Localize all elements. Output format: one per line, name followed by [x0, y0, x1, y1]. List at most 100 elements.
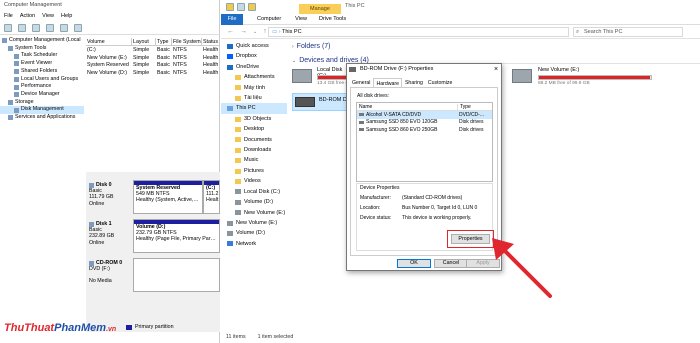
nav-item[interactable]: Documents [221, 135, 287, 145]
tab-sharing[interactable]: Sharing [403, 78, 425, 87]
table-row[interactable]: System Reserved Simple Basic NTFS Health [86, 62, 220, 70]
tree-item[interactable]: System Tools [0, 45, 84, 53]
nav-item[interactable]: New Volume (E:) [221, 208, 287, 218]
back-icon[interactable] [4, 23, 12, 32]
drive-list[interactable]: Name Type Alcohol V-SATA CD/DVD DVD/CD-..… [356, 102, 493, 182]
nav-item[interactable]: 3D Objects [221, 114, 287, 124]
manage-tab[interactable]: Manage [299, 4, 341, 14]
disk1-partition1[interactable]: Volume (D:) 232.79 GB NTFS Healthy (Page… [133, 219, 220, 253]
properties-icon[interactable] [237, 3, 245, 11]
back-arrow-icon[interactable]: ← [227, 28, 234, 35]
tab-file[interactable]: File [221, 14, 243, 25]
folders-group[interactable]: › Folders (7) [292, 43, 331, 50]
help-icon[interactable] [60, 23, 68, 32]
col-type[interactable]: Type [457, 103, 471, 110]
nav-item-label: Downloads [244, 147, 272, 154]
search-input[interactable]: ⌕ Search This PC [573, 27, 683, 37]
tree-item[interactable]: Disk Management [0, 106, 84, 115]
ok-button[interactable]: OK [397, 259, 431, 268]
explorer-title-bar: This PC [221, 0, 700, 14]
tab-view[interactable]: View [295, 16, 307, 22]
nav-item[interactable]: Dropbox [221, 51, 287, 61]
disk0-row[interactable]: Disk 0 Basic 111.79 GB Online System Res… [86, 180, 220, 214]
tree-item[interactable]: Performance [0, 83, 84, 91]
tree-item[interactable]: Event Viewer [0, 60, 84, 68]
menu-file[interactable]: File [4, 13, 13, 19]
partition-name: Volume (D:) [136, 224, 166, 230]
tree-item[interactable]: Device Manager [0, 91, 84, 99]
close-icon[interactable]: × [490, 63, 502, 76]
forward-arrow-icon[interactable]: → [240, 28, 247, 35]
chevron-down-icon[interactable]: ⌄ [253, 29, 257, 35]
folder-icon[interactable] [226, 3, 234, 11]
list-item[interactable]: Samsung SSD 860 EVO 250GB Disk drives [357, 126, 492, 134]
tree-item-label: System Tools [15, 44, 47, 51]
tab-computer[interactable]: Computer [257, 16, 281, 22]
drive-e-tile[interactable]: New Volume (E:) 88.2 MB free of 99.9 GB [512, 67, 672, 89]
disk1-row[interactable]: Disk 1 Basic 232.89 GB Online Volume (D:… [86, 219, 220, 253]
menu-action[interactable]: Action [20, 13, 35, 19]
address-box[interactable]: ▭ › This PC [268, 27, 569, 37]
table-row[interactable]: (C:) Simple Basic NTFS Health [86, 47, 220, 55]
nav-item[interactable]: Attachments [221, 72, 287, 82]
col-type[interactable]: Type [156, 38, 172, 45]
disk0-partition2[interactable]: (C:) 111.2 Healt [203, 180, 220, 214]
table-row[interactable]: New Volume (D:) Simple Basic NTFS Health [86, 70, 220, 78]
nav-item[interactable]: Desktop [221, 124, 287, 134]
nav-item[interactable]: Máy tính [221, 83, 287, 93]
up-arrow-icon[interactable]: ↑ [263, 28, 267, 35]
tab-hardware[interactable]: Hardware [373, 78, 402, 87]
forward-icon[interactable] [18, 23, 26, 32]
tab-drive-tools[interactable]: Drive Tools [319, 16, 346, 22]
col-layout[interactable]: Layout [132, 38, 156, 45]
properties-icon[interactable] [46, 23, 54, 32]
new-folder-icon[interactable] [248, 3, 256, 11]
cdrom-state: No Media [89, 278, 112, 285]
tree-item[interactable]: Services and Applications [0, 114, 84, 122]
nav-item[interactable]: Pictures [221, 166, 287, 176]
list-item[interactable]: Alcohol V-SATA CD/DVD DVD/CD-... [357, 111, 492, 119]
col-filesystem[interactable]: File System [172, 38, 202, 45]
bdrom-tile[interactable]: BD-ROM Drive [292, 93, 356, 111]
cdrom-partition[interactable] [133, 258, 220, 292]
drive-name: Samsung SSD 860 EVO 250GB [366, 126, 438, 133]
refresh-icon[interactable] [74, 23, 82, 32]
tree-item[interactable]: Task Scheduler [0, 52, 84, 60]
tree-icon [14, 53, 19, 59]
nav-item[interactable]: Volume (D:) [221, 228, 287, 238]
up-icon[interactable] [32, 23, 40, 32]
tree-item[interactable]: Local Users and Groups [0, 76, 84, 84]
nav-item[interactable]: Downloads [221, 145, 287, 155]
list-item-name-cell: Alcohol V-SATA CD/DVD [357, 112, 457, 118]
nav-item[interactable]: This PC [221, 103, 287, 114]
cancel-button[interactable]: Cancel [434, 259, 468, 268]
nav-item[interactable]: Local Disk (C:) [221, 187, 287, 197]
nav-item[interactable]: OneDrive [221, 62, 287, 72]
nav-item[interactable]: Volume (D:) [221, 197, 287, 207]
tab-customize[interactable]: Customize [426, 78, 455, 87]
list-item[interactable]: Samsung SSD 850 EVO 120GB Disk drives [357, 119, 492, 127]
tree-item[interactable]: Shared Folders [0, 68, 84, 76]
nav-item[interactable]: Music [221, 155, 287, 165]
address-text: This PC [282, 29, 302, 35]
menu-view[interactable]: View [42, 13, 54, 19]
nav-item-label: Attachments [244, 74, 275, 81]
col-volume[interactable]: Volume [86, 38, 132, 45]
col-name[interactable]: Name [357, 104, 457, 110]
nav-item[interactable]: Network [221, 239, 287, 249]
col-status[interactable]: Status [202, 38, 220, 45]
nav-item[interactable]: Videos [221, 176, 287, 186]
disk0-partition1[interactable]: System Reserved 549 MB NTFS Healthy (Sys… [133, 180, 203, 214]
drive-c-tile[interactable]: Local Disk (C:) 13.4 GB free of 111 GB [292, 67, 366, 89]
table-cell: Basic [157, 62, 170, 68]
tab-general[interactable]: General [350, 78, 372, 87]
table-row[interactable]: New Volume (E:) Simple Basic NTFS Health [86, 55, 220, 63]
nav-item[interactable]: New Volume (E:) [221, 218, 287, 228]
nav-item[interactable]: Tài liệu [221, 93, 287, 103]
nav-item[interactable]: Quick access [221, 41, 287, 51]
tree-item[interactable]: Computer Management (Local [0, 37, 84, 45]
tree-item[interactable]: Storage [0, 99, 84, 107]
disk0-label: Disk 0 Basic 111.79 GB Online [86, 180, 131, 214]
menu-help[interactable]: Help [61, 13, 72, 19]
cdrom-row[interactable]: CD-ROM 0 DVD (F:) No Media [86, 258, 220, 292]
